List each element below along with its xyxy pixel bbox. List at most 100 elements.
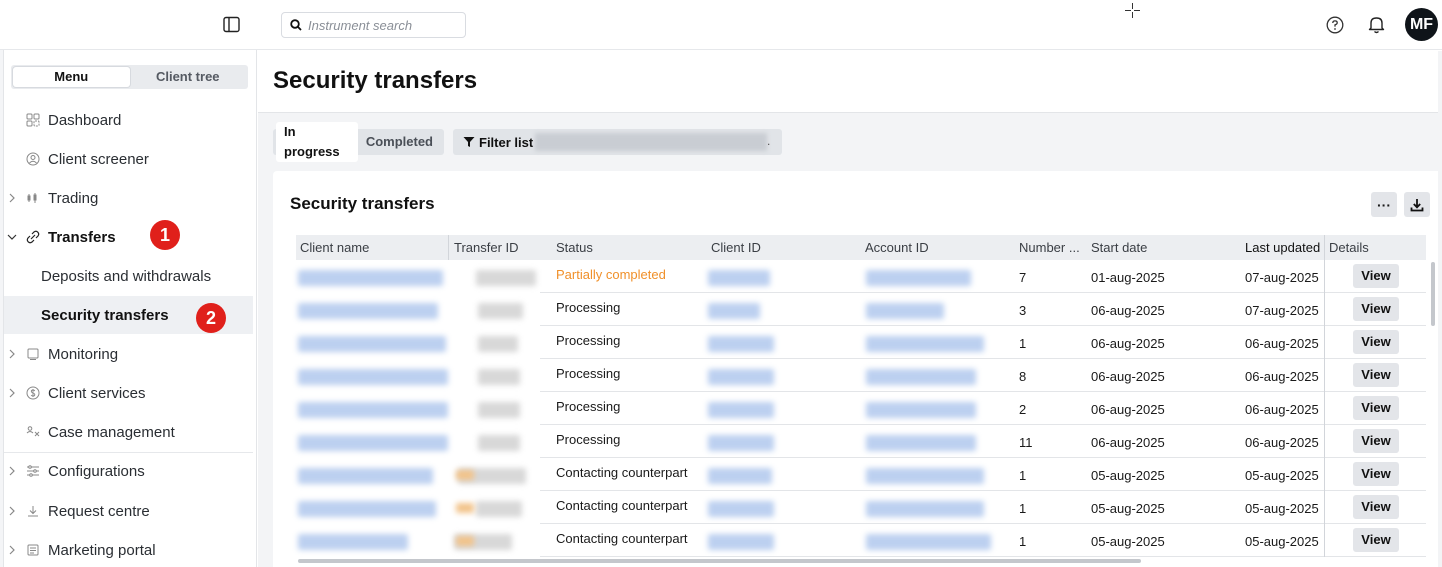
table-row[interactable]: Processing 8 06-aug-2025 06-aug-2025 View	[296, 361, 1426, 394]
chevron-right-icon	[9, 506, 15, 516]
row-divider	[540, 490, 1010, 491]
client-id-redacted	[708, 402, 774, 418]
sidebar-item-client-screener[interactable]: Client screener	[4, 140, 253, 178]
sidebar-tab-switch: Menu Client tree	[11, 65, 248, 89]
filter-suffix: .	[767, 134, 771, 148]
instrument-search[interactable]	[281, 12, 466, 38]
search-input[interactable]	[308, 17, 458, 33]
table-row[interactable]: Contacting counterpart 1 05-aug-2025 05-aug…	[296, 526, 1426, 559]
chevron-right-icon	[9, 466, 15, 476]
transfer-id-redacted	[476, 501, 522, 517]
number-cell: 1	[1019, 534, 1027, 549]
sidebar-item-case-management[interactable]: Case management	[4, 413, 253, 451]
row-divider	[540, 556, 1010, 557]
sidebar-item-request-centre[interactable]: Request centre	[4, 492, 253, 530]
table-row[interactable]: Partially completed 7 01-aug-2025 07-aug-20…	[296, 262, 1426, 295]
tab-menu[interactable]: Menu	[13, 67, 130, 87]
row-divider	[540, 523, 1010, 524]
status-tab-switch: In progress Completed	[273, 122, 444, 162]
row-divider	[1008, 424, 1426, 425]
table-row[interactable]: Contacting counterpart 1 05-aug-2025 05-aug…	[296, 493, 1426, 526]
view-button[interactable]: View	[1353, 528, 1399, 552]
table-row[interactable]: Processing 1 06-aug-2025 06-aug-2025 View	[296, 328, 1426, 361]
start-date-cell: 06-aug-2025	[1091, 402, 1165, 417]
vertical-scrollbar[interactable]	[1431, 262, 1435, 326]
view-button[interactable]: View	[1353, 495, 1399, 519]
sidebar-item-label: Security transfers	[41, 306, 169, 324]
sidebar-item-trading[interactable]: Trading	[4, 179, 253, 217]
client-id-redacted	[708, 501, 774, 517]
sidebar-item-marketing-portal[interactable]: Marketing portal	[4, 531, 253, 567]
transfer-id-redacted	[476, 270, 536, 286]
annotation-badge-2: 2	[196, 303, 226, 333]
sidebar-item-label: Monitoring	[48, 345, 119, 363]
sidebar-item-monitoring[interactable]: Monitoring	[4, 335, 253, 373]
sidebar-item-deposits-and-withdrawals[interactable]: Deposits and withdrawals	[4, 257, 253, 295]
last-updated-cell: 06-aug-2025	[1245, 435, 1319, 450]
sidebar-item-label: Client services	[48, 384, 146, 402]
sidebar-item-transfers[interactable]: Transfers	[4, 218, 253, 256]
start-date-cell: 06-aug-2025	[1091, 435, 1165, 450]
sidebar-item-configurations[interactable]: Configurations	[4, 452, 253, 490]
notification-bell-icon[interactable]	[1368, 15, 1385, 34]
table-row[interactable]: Processing 3 06-aug-2025 07-aug-2025 View	[296, 295, 1426, 328]
transfer-id-redacted	[478, 402, 520, 418]
client-id-redacted	[708, 303, 760, 319]
chevron-right-icon	[9, 193, 15, 203]
column-client-name[interactable]: Client name	[300, 235, 369, 260]
view-button[interactable]: View	[1353, 297, 1399, 321]
help-icon[interactable]	[1326, 16, 1344, 34]
column-account-id[interactable]: Account ID	[865, 235, 929, 260]
more-options-button[interactable]: ···	[1371, 192, 1397, 217]
column-details[interactable]: Details	[1329, 235, 1369, 260]
account-id-redacted	[866, 435, 976, 451]
last-updated-cell: 06-aug-2025	[1245, 402, 1319, 417]
view-button[interactable]: View	[1353, 396, 1399, 420]
search-icon	[290, 19, 302, 31]
start-date-cell: 05-aug-2025	[1091, 501, 1165, 516]
column-client-id[interactable]: Client ID	[711, 235, 761, 260]
tab-client-tree[interactable]: Client tree	[130, 67, 247, 87]
start-date-cell: 05-aug-2025	[1091, 534, 1165, 549]
table-row[interactable]: Contacting counterpart 1 05-aug-2025 05-aug…	[296, 460, 1426, 493]
sidebar-item-label: Configurations	[48, 462, 145, 480]
row-divider	[1008, 556, 1426, 557]
table-row[interactable]: Processing 2 06-aug-2025 06-aug-2025 View	[296, 394, 1426, 427]
view-button[interactable]: View	[1353, 264, 1399, 288]
start-date-cell: 06-aug-2025	[1091, 303, 1165, 318]
column-start-date[interactable]: Start date	[1091, 235, 1147, 260]
column-number[interactable]: Number ...	[1019, 235, 1080, 260]
tab-in-progress[interactable]: In progress	[276, 122, 358, 162]
number-cell: 11	[1019, 435, 1033, 450]
page-title: Security transfers	[273, 67, 478, 94]
column-last-updated[interactable]: Last updated	[1245, 235, 1320, 260]
view-button[interactable]: View	[1353, 363, 1399, 387]
horizontal-scrollbar[interactable]	[298, 559, 1141, 563]
sidebar-toggle-icon[interactable]	[223, 16, 240, 33]
portal-icon	[27, 544, 39, 556]
view-button[interactable]: View	[1353, 462, 1399, 486]
column-resizer[interactable]	[448, 235, 449, 260]
number-cell: 1	[1019, 468, 1027, 483]
status-cell: Partially completed	[556, 267, 666, 282]
view-button[interactable]: View	[1353, 330, 1399, 354]
sidebar-item-dashboard[interactable]: Dashboard	[4, 101, 253, 139]
filter-list-button[interactable]: Filter list .	[453, 129, 782, 155]
row-divider	[1008, 523, 1426, 524]
column-status[interactable]: Status	[556, 235, 593, 260]
transfer-flag-redacted	[456, 536, 474, 546]
last-updated-cell: 05-aug-2025	[1245, 468, 1319, 483]
download-button[interactable]	[1404, 192, 1430, 217]
account-id-redacted	[866, 303, 944, 319]
column-transfer-id[interactable]: Transfer ID	[454, 235, 519, 260]
tab-completed[interactable]: Completed	[358, 132, 441, 152]
table-row[interactable]: Processing 11 06-aug-2025 06-aug-2025 View	[296, 427, 1426, 460]
view-button[interactable]: View	[1353, 429, 1399, 453]
sidebar-item-label: Deposits and withdrawals	[41, 267, 212, 285]
filter-list-label: Filter list	[479, 134, 534, 150]
avatar[interactable]: MF	[1405, 8, 1438, 41]
number-cell: 1	[1019, 501, 1027, 516]
row-divider	[540, 358, 1010, 359]
sidebar-item-client-services[interactable]: Client services	[4, 374, 253, 412]
account-id-redacted	[866, 501, 984, 517]
